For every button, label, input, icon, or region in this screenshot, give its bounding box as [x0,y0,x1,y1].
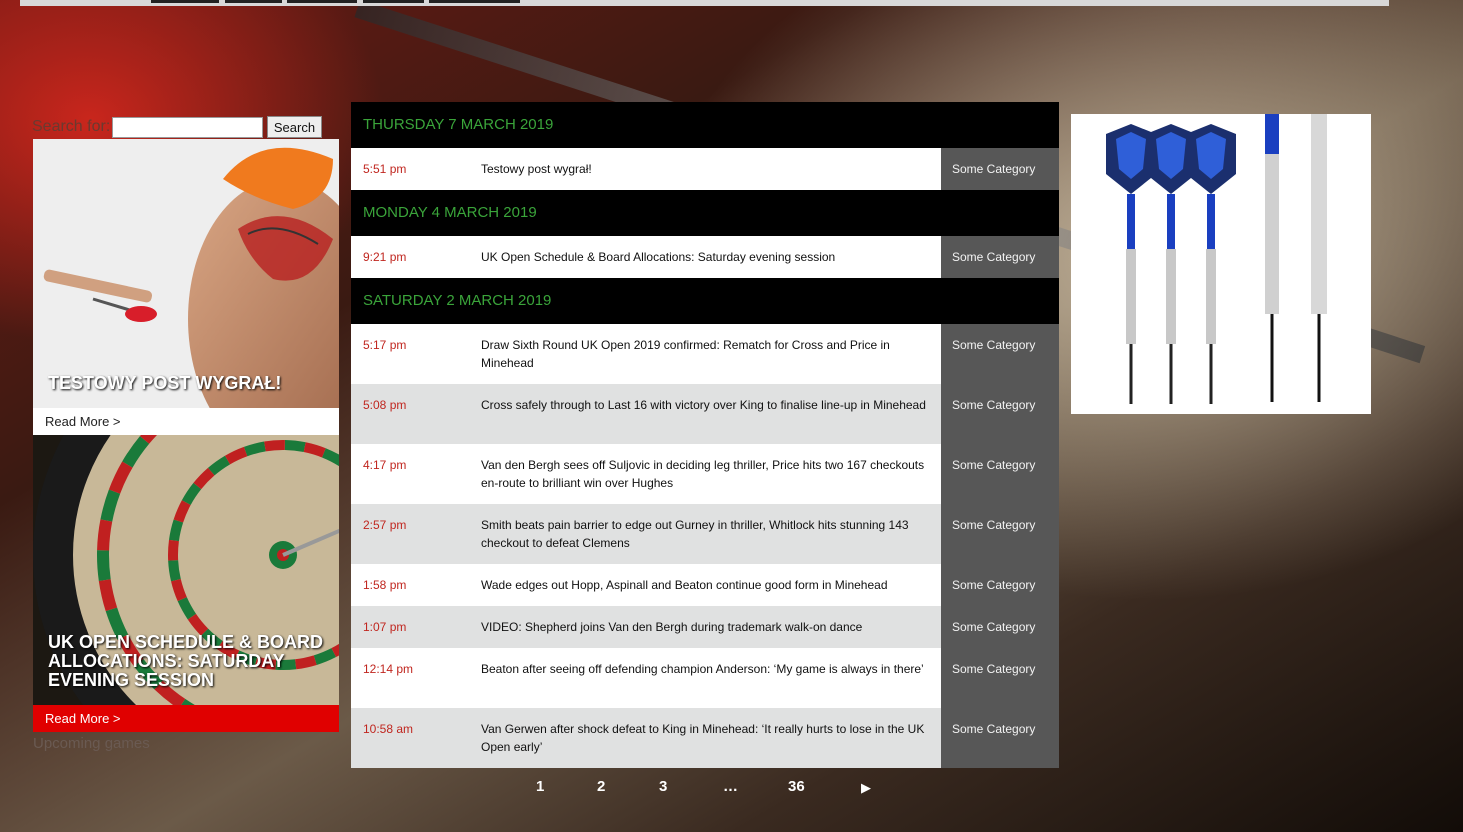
pagination: 1 2 3 … 36 ▶ [351,778,1059,800]
post-row[interactable]: 5:17 pm Draw Sixth Round UK Open 2019 co… [351,324,1059,384]
nav-item[interactable] [225,0,282,3]
featured-post-title[interactable]: UK OPEN SCHEDULE & BOARD ALLOCATIONS: SA… [48,633,327,690]
page-ellipsis: … [723,778,738,795]
post-row[interactable]: 1:07 pm VIDEO: Shepherd joins Van den Be… [351,606,1059,648]
post-time: 1:58 pm [351,564,469,606]
post-title-link[interactable]: UK Open Schedule & Board Allocations: Sa… [469,236,941,278]
post-time: 5:17 pm [351,324,469,384]
advertisement-darts-image[interactable] [1071,114,1371,414]
post-time: 5:08 pm [351,384,469,444]
post-row[interactable]: 9:21 pm UK Open Schedule & Board Allocat… [351,236,1059,278]
post-category[interactable]: Some Category [941,606,1059,648]
post-time: 9:21 pm [351,236,469,278]
nav-item[interactable] [151,0,219,3]
post-time: 5:51 pm [351,148,469,190]
post-title-link[interactable]: Smith beats pain barrier to edge out Gur… [469,504,941,564]
page-link-1[interactable]: 1 [536,778,544,795]
post-category[interactable]: Some Category [941,648,1059,708]
nav-item[interactable] [363,0,424,3]
post-row[interactable]: 5:51 pm Testowy post wygrał! Some Catego… [351,148,1059,190]
post-time: 10:58 am [351,708,469,768]
post-category[interactable]: Some Category [941,384,1059,444]
page-link-last[interactable]: 36 [788,778,805,795]
post-row[interactable]: 1:58 pm Wade edges out Hopp, Aspinall an… [351,564,1059,606]
post-title-link[interactable]: Cross safely through to Last 16 with vic… [469,384,941,444]
upcoming-games-heading: Upcoming games [33,735,150,752]
post-row[interactable]: 12:14 pm Beaton after seeing off defendi… [351,648,1059,708]
post-time: 4:17 pm [351,444,469,504]
nav-item[interactable] [287,0,357,3]
post-row[interactable]: 10:58 am Van Gerwen after shock defeat t… [351,708,1059,768]
day-heading: THURSDAY 7 MARCH 2019 [351,102,1059,148]
post-title-link[interactable]: Van Gerwen after shock defeat to King in… [469,708,941,768]
featured-post-card[interactable]: UK OPEN SCHEDULE & BOARD ALLOCATIONS: SA… [33,435,339,732]
top-navigation-bar [20,0,1389,6]
post-row[interactable]: 2:57 pm Smith beats pain barrier to edge… [351,504,1059,564]
post-title-link[interactable]: Draw Sixth Round UK Open 2019 confirmed:… [469,324,941,384]
nav-item[interactable] [429,0,520,3]
post-category[interactable]: Some Category [941,236,1059,278]
featured-post-card[interactable]: TESTOWY POST WYGRAŁ! Read More > [33,139,339,435]
day-heading: SATURDAY 2 MARCH 2019 [351,278,1059,324]
post-row[interactable]: 5:08 pm Cross safely through to Last 16 … [351,384,1059,444]
post-category[interactable]: Some Category [941,444,1059,504]
post-time: 2:57 pm [351,504,469,564]
player-portrait-image [33,139,339,408]
post-category[interactable]: Some Category [941,148,1059,190]
post-time: 1:07 pm [351,606,469,648]
post-time: 12:14 pm [351,648,469,708]
featured-post-image: TESTOWY POST WYGRAŁ! [33,139,339,408]
post-title-link[interactable]: VIDEO: Shepherd joins Van den Bergh duri… [469,606,941,648]
post-title-link[interactable]: Beaton after seeing off defending champi… [469,648,941,708]
next-page-icon[interactable]: ▶ [861,780,871,796]
search-button[interactable]: Search [267,116,322,138]
post-category[interactable]: Some Category [941,708,1059,768]
search-label: Search for: [32,118,111,135]
post-title-link[interactable]: Van den Bergh sees off Suljovic in decid… [469,444,941,504]
page-link-2[interactable]: 2 [597,778,605,795]
post-category[interactable]: Some Category [941,564,1059,606]
featured-post-title[interactable]: TESTOWY POST WYGRAŁ! [48,374,327,393]
post-title-link[interactable]: Wade edges out Hopp, Aspinall and Beaton… [469,564,941,606]
page-link-3[interactable]: 3 [659,778,667,795]
post-row[interactable]: 4:17 pm Van den Bergh sees off Suljovic … [351,444,1059,504]
post-category[interactable]: Some Category [941,504,1059,564]
post-title-link[interactable]: Testowy post wygrał! [469,148,941,190]
read-more-link[interactable]: Read More > [33,705,339,732]
post-list: THURSDAY 7 MARCH 2019 5:51 pm Testowy po… [351,102,1059,768]
darts-product-icon [1071,114,1371,414]
read-more-link[interactable]: Read More > [33,408,339,435]
featured-post-image: UK OPEN SCHEDULE & BOARD ALLOCATIONS: SA… [33,435,339,705]
day-heading: MONDAY 4 MARCH 2019 [351,190,1059,236]
search-input[interactable] [112,116,263,138]
post-category[interactable]: Some Category [941,324,1059,384]
search-form: Search for: Search [32,114,332,140]
